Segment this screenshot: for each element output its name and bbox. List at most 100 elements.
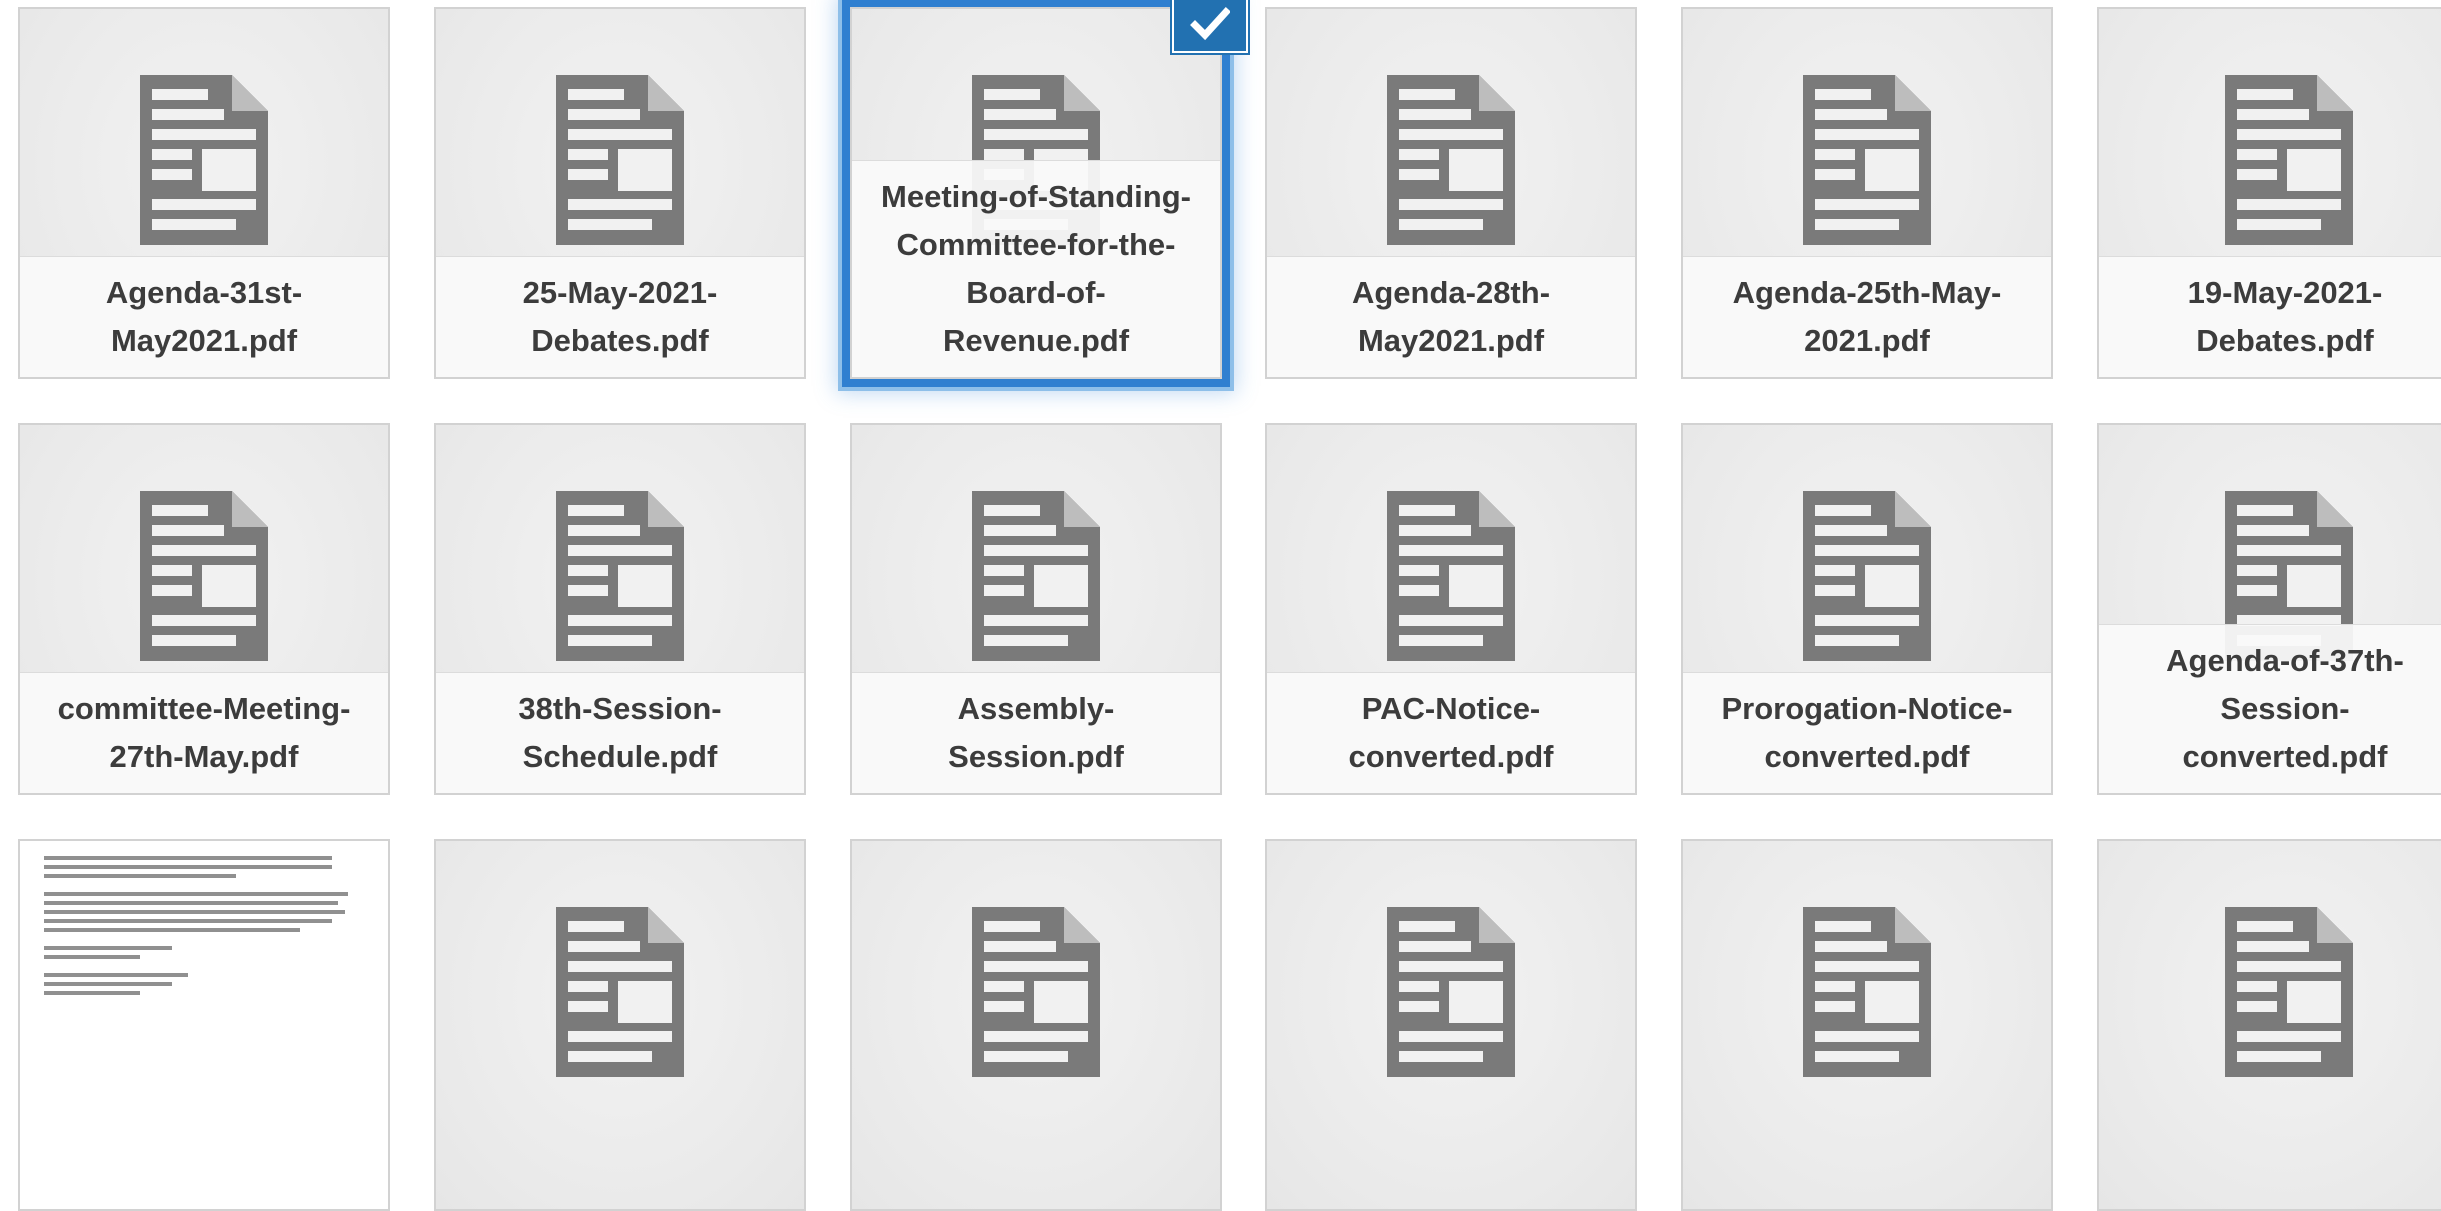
filename-label: 38th-Session-Schedule.pdf <box>436 672 804 793</box>
document-icon-shape <box>2237 219 2321 230</box>
document-icon-shape <box>1815 941 1887 952</box>
document-icon-shape <box>1399 961 1503 972</box>
attachment-tile[interactable] <box>434 839 806 1211</box>
document-icon-shape <box>1895 907 1931 943</box>
document-icon-shape <box>2237 149 2277 160</box>
preview-text-line <box>44 919 332 923</box>
document-icon-shape <box>2237 1051 2321 1062</box>
preview-text-line <box>44 946 172 950</box>
document-icon-shape <box>152 89 208 100</box>
document-icon-shape <box>984 545 1088 556</box>
document-icon-shape <box>1815 921 1871 932</box>
attachment-tile[interactable]: committee-Meeting-27th-May.pdf <box>18 423 390 795</box>
document-icon-shape <box>648 75 684 111</box>
document-icon <box>1803 491 1931 661</box>
document-icon-shape <box>568 941 640 952</box>
document-icon-shape <box>152 545 256 556</box>
document-icon-shape <box>232 75 268 111</box>
document-icon-shape <box>568 565 608 576</box>
attachment-tile[interactable]: Assembly-Session.pdf <box>850 423 1222 795</box>
attachment-tile[interactable] <box>18 839 390 1211</box>
document-icon <box>140 491 268 661</box>
document-icon <box>2225 907 2353 1077</box>
attachment-tile[interactable]: 19-May-2021-Debates.pdf <box>2097 7 2441 379</box>
document-icon-shape <box>2237 1031 2341 1042</box>
attachment-tile[interactable] <box>850 839 1222 1211</box>
attachment-tile[interactable]: Agenda-31st-May2021.pdf <box>18 7 390 379</box>
document-icon-shape <box>1399 525 1471 536</box>
document-icon-shape <box>152 149 192 160</box>
document-icon-shape <box>2237 1001 2277 1012</box>
document-icon-shape <box>556 75 684 245</box>
attachment-tile[interactable] <box>1265 839 1637 1211</box>
document-icon-shape <box>1895 491 1931 527</box>
document-icon-shape <box>2237 169 2277 180</box>
document-icon-shape <box>1387 491 1515 661</box>
document-icon <box>2225 75 2353 245</box>
filename-label: Meeting-of-Standing-Committee-for-the-Bo… <box>852 160 1220 377</box>
document-icon-shape <box>2287 981 2341 1023</box>
filename-label: committee-Meeting-27th-May.pdf <box>20 672 388 793</box>
checkmark-shape <box>1190 7 1230 41</box>
attachment-tile[interactable]: Agenda-25th-May-2021.pdf <box>1681 7 2053 379</box>
preview-text-line <box>44 928 300 932</box>
document-icon-shape <box>2317 907 2353 943</box>
document-icon-shape <box>2237 199 2341 210</box>
document-icon-shape <box>1815 585 1855 596</box>
document-icon-shape <box>1865 565 1919 607</box>
document-icon-shape <box>984 565 1024 576</box>
attachment-tile[interactable]: Meeting-of-Standing-Committee-for-the-Bo… <box>850 7 1222 379</box>
document-icon-shape <box>1815 169 1855 180</box>
document-icon-shape <box>1387 907 1515 1077</box>
document-icon-shape <box>140 491 268 661</box>
document-icon-shape <box>1449 565 1503 607</box>
document-icon-shape <box>2225 907 2353 1077</box>
document-icon-shape <box>1815 129 1919 140</box>
document-icon-shape <box>568 109 640 120</box>
document-icon-shape <box>1399 129 1503 140</box>
document-icon-shape <box>1865 149 1919 191</box>
document-icon-shape <box>984 585 1024 596</box>
document-icon-shape <box>152 635 236 646</box>
document-icon-shape <box>2237 505 2293 516</box>
document-icon-shape <box>568 129 672 140</box>
checkmark-icon[interactable] <box>1172 0 1248 53</box>
document-icon-shape <box>1399 219 1483 230</box>
filename-label: Agenda-31st-May2021.pdf <box>20 256 388 377</box>
document-icon-shape <box>1399 981 1439 992</box>
document-icon-shape <box>1815 635 1899 646</box>
document-icon <box>556 75 684 245</box>
attachment-tile[interactable] <box>2097 839 2441 1211</box>
document-icon-shape <box>1399 941 1471 952</box>
document-icon-shape <box>984 961 1088 972</box>
filename-label: 19-May-2021-Debates.pdf <box>2099 256 2441 377</box>
document-icon-shape <box>1399 169 1439 180</box>
document-icon-shape <box>152 129 256 140</box>
document-icon-shape <box>1803 75 1931 245</box>
attachment-tile[interactable]: Prorogation-Notice-converted.pdf <box>1681 423 2053 795</box>
attachment-tile[interactable]: Agenda-of-37th-Session-converted.pdf <box>2097 423 2441 795</box>
attachment-tile[interactable]: PAC-Notice-converted.pdf <box>1265 423 1637 795</box>
document-icon-shape <box>152 169 192 180</box>
document-icon-shape <box>984 505 1040 516</box>
document-icon-shape <box>2287 149 2341 191</box>
attachment-tile[interactable]: Agenda-28th-May2021.pdf <box>1265 7 1637 379</box>
document-icon-shape <box>2237 129 2341 140</box>
attachment-tile[interactable]: 38th-Session-Schedule.pdf <box>434 423 806 795</box>
document-icon-shape <box>2317 491 2353 527</box>
attachment-tile[interactable]: 25-May-2021-Debates.pdf <box>434 7 806 379</box>
document-icon-shape <box>568 525 640 536</box>
document-icon-shape <box>1399 635 1483 646</box>
document-icon-shape <box>568 219 652 230</box>
document-icon-shape <box>1399 505 1455 516</box>
attachment-tile[interactable] <box>1681 839 2053 1211</box>
filename-label: PAC-Notice-converted.pdf <box>1267 672 1635 793</box>
document-icon-shape <box>2237 109 2309 120</box>
document-icon-shape <box>1399 1001 1439 1012</box>
document-icon-shape <box>984 615 1088 626</box>
document-icon-shape <box>568 199 672 210</box>
preview-text-line <box>44 991 140 995</box>
document-icon-shape <box>1479 907 1515 943</box>
document-icon-shape <box>984 635 1068 646</box>
document-icon-shape <box>1895 75 1931 111</box>
